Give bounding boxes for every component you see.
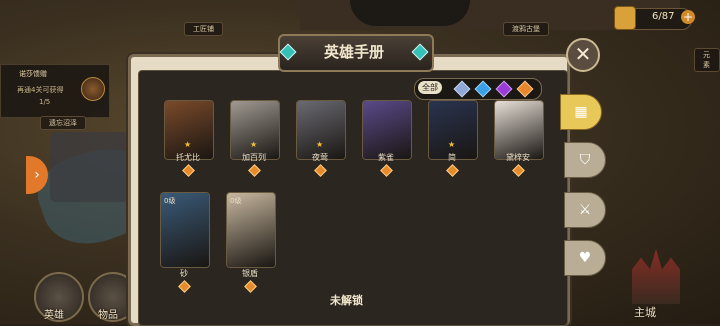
quest-title: 诺莎馈赠: [19, 70, 47, 78]
tab-all[interactable]: ▦: [560, 94, 602, 130]
modal-title: 英雄手册: [323, 43, 384, 61]
hero-portrait: [231, 101, 279, 159]
hero-card[interactable]: [164, 100, 214, 160]
hero-stars: ★: [316, 140, 324, 149]
hero-portrait: [297, 101, 345, 159]
quest-progress: 1/5: [39, 98, 51, 106]
hero-portrait: [165, 101, 213, 159]
hero-card[interactable]: [494, 100, 544, 160]
hero-card[interactable]: [230, 100, 280, 160]
reward-chest-icon[interactable]: [81, 77, 105, 101]
map-location-label[interactable]: 渡鸦古堡: [503, 22, 549, 36]
town-label[interactable]: 遗忘沼泽: [40, 116, 86, 130]
hero-portrait: [363, 101, 411, 159]
hero-card[interactable]: [362, 100, 412, 160]
hero-stars: ★: [184, 140, 192, 149]
hero-name: 简: [448, 153, 456, 162]
heart-icon: ♥: [578, 250, 592, 266]
treasure-icon: [614, 6, 636, 30]
items-label: 物品: [98, 310, 118, 321]
close-button[interactable]: ✕: [566, 38, 600, 72]
hero-stars: ★: [250, 140, 258, 149]
quest-description: 再通4关可获得: [17, 86, 64, 94]
tab-defense[interactable]: ⛉: [564, 142, 606, 178]
hero-name: 紫雀: [378, 153, 394, 162]
ship-silhouette: [350, 0, 470, 26]
tab-support[interactable]: ♥: [564, 240, 606, 276]
filter-all-button[interactable]: 全部: [418, 81, 442, 94]
hero-card[interactable]: [428, 100, 478, 160]
hero-name: 黛梓安: [506, 153, 530, 162]
main-city-label: 主城: [634, 306, 656, 319]
hero-portrait: [495, 101, 543, 159]
hero-name: 加百列: [242, 153, 266, 162]
grid-icon: ▦: [574, 104, 588, 120]
resource-value: 6/87: [652, 11, 675, 22]
hero-name: 托尤比: [176, 153, 200, 162]
add-resource-button[interactable]: +: [681, 10, 695, 24]
hero-card[interactable]: [296, 100, 346, 160]
hero-level: 0级: [230, 197, 242, 205]
hero-name: 砂: [180, 269, 188, 278]
quest-panel[interactable]: 诺莎馈赠 再通4关可获得 1/5: [0, 64, 110, 118]
hero-stars: ★: [448, 140, 456, 149]
sword-icon: ⚔: [578, 202, 592, 218]
map-location-label[interactable]: 工匠铺: [184, 22, 223, 36]
tab-attack[interactable]: ⚔: [564, 192, 606, 228]
locked-section-caption: 未解锁: [330, 294, 363, 307]
heroes-label: 英雄: [44, 310, 64, 321]
map-location-label[interactable]: 元素: [694, 48, 720, 72]
shield-icon: ⛉: [579, 152, 591, 168]
hero-level: 0级: [164, 197, 176, 205]
hero-name: 银盾: [242, 269, 258, 278]
hero-portrait: [429, 101, 477, 159]
town-building[interactable]: [50, 132, 130, 202]
hero-name: 夜莺: [312, 153, 328, 162]
